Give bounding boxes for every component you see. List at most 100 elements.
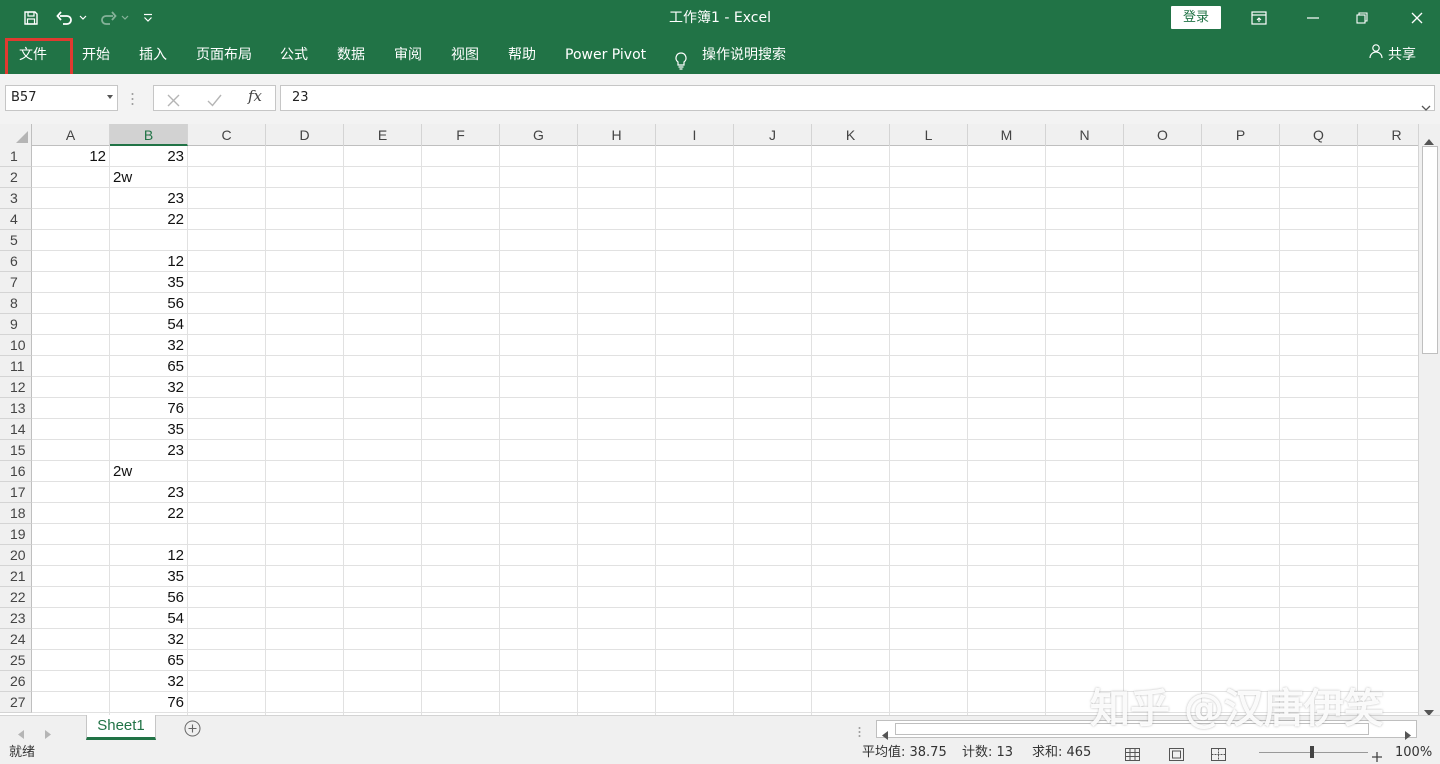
cell-b16[interactable]: 2w bbox=[110, 461, 187, 482]
row-header-19[interactable]: 19 bbox=[0, 524, 32, 545]
cell-b27[interactable]: 76 bbox=[110, 692, 187, 713]
cell-b8[interactable]: 56 bbox=[110, 293, 187, 314]
row-header-14[interactable]: 14 bbox=[0, 419, 32, 440]
cell-a1[interactable]: 12 bbox=[32, 146, 109, 167]
sum-status[interactable]: 求和: 465 bbox=[1032, 741, 1091, 764]
check-icon[interactable] bbox=[207, 92, 222, 111]
horizontal-scroll-thumb[interactable] bbox=[895, 723, 1369, 735]
row-header-2[interactable]: 2 bbox=[0, 167, 32, 188]
cancel-icon[interactable] bbox=[167, 92, 180, 111]
select-all-corner[interactable] bbox=[0, 124, 32, 146]
zoom-level[interactable]: 100% bbox=[1395, 741, 1432, 764]
column-header-c[interactable]: C bbox=[188, 124, 266, 146]
row-header-13[interactable]: 13 bbox=[0, 398, 32, 419]
cell-b6[interactable]: 12 bbox=[110, 251, 187, 272]
row-header-4[interactable]: 4 bbox=[0, 209, 32, 230]
cell-b14[interactable]: 35 bbox=[110, 419, 187, 440]
column-header-l[interactable]: L bbox=[890, 124, 968, 146]
column-header-p[interactable]: P bbox=[1202, 124, 1280, 146]
tab-splitter-icon[interactable] bbox=[858, 723, 861, 742]
row-header-21[interactable]: 21 bbox=[0, 566, 32, 587]
column-header-g[interactable]: G bbox=[500, 124, 578, 146]
cell-b15[interactable]: 23 bbox=[110, 440, 187, 461]
column-header-a[interactable]: A bbox=[32, 124, 110, 146]
cell-b9[interactable]: 54 bbox=[110, 314, 187, 335]
cell-b2[interactable]: 2w bbox=[110, 167, 187, 188]
worksheet-grid[interactable]: ABCDEFGHIJKLMNOPQR 1 2 3 4 5 6 7 8 9 10 11 12 13 14 15… bbox=[0, 124, 1418, 715]
login-button[interactable]: 登录 bbox=[1171, 6, 1221, 29]
normal-view-icon[interactable] bbox=[1125, 746, 1140, 761]
row-header-24[interactable]: 24 bbox=[0, 629, 32, 650]
row-header-15[interactable]: 15 bbox=[0, 440, 32, 461]
row-header-25[interactable]: 25 bbox=[0, 650, 32, 671]
column-header-f[interactable]: F bbox=[422, 124, 500, 146]
page-layout-view-icon[interactable] bbox=[1169, 746, 1184, 761]
tell-me-search[interactable]: 操作说明搜索 bbox=[674, 36, 786, 74]
chevron-down-icon[interactable] bbox=[107, 95, 113, 99]
zoom-in-icon[interactable] bbox=[1372, 747, 1382, 762]
row-header-23[interactable]: 23 bbox=[0, 608, 32, 629]
tab-help[interactable]: 帮助 bbox=[508, 36, 536, 74]
cell-b24[interactable]: 32 bbox=[110, 629, 187, 650]
tab-review[interactable]: 审阅 bbox=[394, 36, 422, 74]
row-header-20[interactable]: 20 bbox=[0, 545, 32, 566]
minimize-icon[interactable] bbox=[1290, 0, 1336, 36]
tab-view[interactable]: 视图 bbox=[451, 36, 479, 74]
cell-b7[interactable]: 35 bbox=[110, 272, 187, 293]
zoom-slider-thumb[interactable] bbox=[1310, 746, 1314, 758]
tab-home[interactable]: 开始 bbox=[82, 36, 110, 74]
tab-insert[interactable]: 插入 bbox=[139, 36, 167, 74]
row-header-22[interactable]: 22 bbox=[0, 587, 32, 608]
horizontal-scrollbar[interactable] bbox=[876, 720, 1417, 740]
row-header-16[interactable]: 16 bbox=[0, 461, 32, 482]
cell-b12[interactable]: 32 bbox=[110, 377, 187, 398]
row-header-17[interactable]: 17 bbox=[0, 482, 32, 503]
column-header-b[interactable]: B bbox=[110, 124, 188, 146]
grip-icon[interactable] bbox=[131, 91, 134, 105]
page-break-view-icon[interactable] bbox=[1211, 746, 1226, 761]
vertical-scrollbar[interactable] bbox=[1418, 124, 1440, 716]
row-header-6[interactable]: 6 bbox=[0, 251, 32, 272]
row-header-27[interactable]: 27 bbox=[0, 692, 32, 713]
cell-b1[interactable]: 23 bbox=[110, 146, 187, 167]
tab-data[interactable]: 数据 bbox=[337, 36, 365, 74]
ribbon-display-icon[interactable] bbox=[1236, 0, 1282, 36]
formula-input[interactable]: 23 bbox=[280, 85, 1435, 111]
cell-b25[interactable]: 65 bbox=[110, 650, 187, 671]
sheet-tab-sheet1[interactable]: Sheet1 bbox=[86, 715, 156, 740]
average-status[interactable]: 平均值: 38.75 bbox=[862, 741, 947, 764]
column-header-m[interactable]: M bbox=[968, 124, 1046, 146]
row-header-9[interactable]: 9 bbox=[0, 314, 32, 335]
expand-formula-icon[interactable] bbox=[1421, 96, 1431, 115]
row-header-5[interactable]: 5 bbox=[0, 230, 32, 251]
column-header-e[interactable]: E bbox=[344, 124, 422, 146]
share-button[interactable]: 共享 bbox=[1368, 36, 1416, 74]
row-header-7[interactable]: 7 bbox=[0, 272, 32, 293]
column-header-q[interactable]: Q bbox=[1280, 124, 1358, 146]
count-status[interactable]: 计数: 13 bbox=[962, 741, 1013, 764]
row-header-3[interactable]: 3 bbox=[0, 188, 32, 209]
cell-area[interactable]: 12 23 2w 23 22 12 35 56 54 32 65 32 76 35 23 2w 23 22 12 35… bbox=[32, 146, 1418, 715]
row-header-8[interactable]: 8 bbox=[0, 293, 32, 314]
column-header-k[interactable]: K bbox=[812, 124, 890, 146]
cell-b26[interactable]: 32 bbox=[110, 671, 187, 692]
cell-b18[interactable]: 22 bbox=[110, 503, 187, 524]
tab-page-layout[interactable]: 页面布局 bbox=[196, 36, 252, 74]
cell-b13[interactable]: 76 bbox=[110, 398, 187, 419]
cell-b23[interactable]: 54 bbox=[110, 608, 187, 629]
row-header-26[interactable]: 26 bbox=[0, 671, 32, 692]
row-header-11[interactable]: 11 bbox=[0, 356, 32, 377]
cell-b20[interactable]: 12 bbox=[110, 545, 187, 566]
add-sheet-icon[interactable] bbox=[184, 720, 201, 741]
column-header-j[interactable]: J bbox=[734, 124, 812, 146]
zoom-out-icon[interactable] bbox=[1245, 751, 1254, 754]
close-icon[interactable] bbox=[1394, 0, 1440, 36]
column-header-o[interactable]: O bbox=[1124, 124, 1202, 146]
tab-power-pivot[interactable]: Power Pivot bbox=[565, 36, 646, 74]
cell-b10[interactable]: 32 bbox=[110, 335, 187, 356]
row-header-18[interactable]: 18 bbox=[0, 503, 32, 524]
cell-b17[interactable]: 23 bbox=[110, 482, 187, 503]
column-header-n[interactable]: N bbox=[1046, 124, 1124, 146]
column-header-h[interactable]: H bbox=[578, 124, 656, 146]
column-header-i[interactable]: I bbox=[656, 124, 734, 146]
